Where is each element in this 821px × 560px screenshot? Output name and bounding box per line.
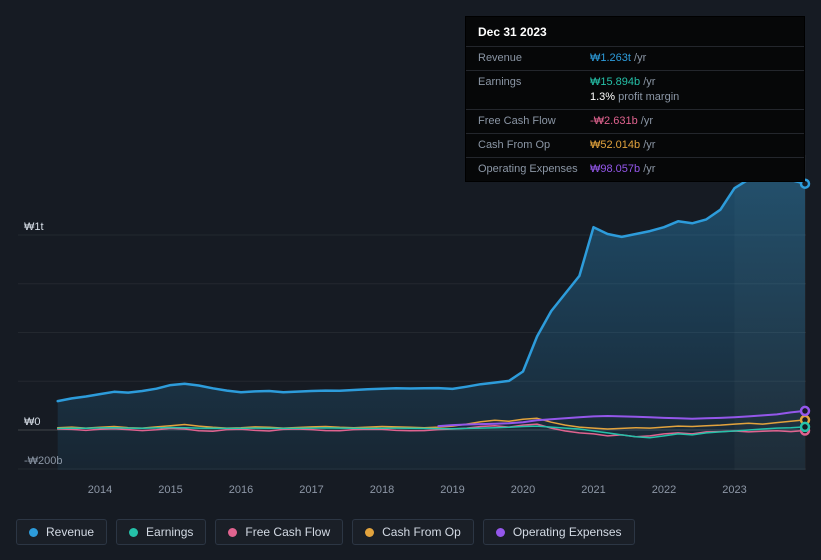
tooltip-label: Operating Expenses [478, 163, 578, 175]
legend-label: Revenue [46, 525, 95, 539]
tooltip-label: Cash From Op [478, 139, 551, 151]
tooltip-value: -₩2.631b [590, 115, 638, 127]
tooltip-value: ₩98.057b [590, 163, 641, 175]
tooltip-value: ₩1.263t [590, 52, 631, 64]
tooltip-suffix: /yr [640, 139, 656, 151]
tooltip-date: Dec 31 2023 [478, 25, 547, 39]
tooltip-value: ₩52.014b [590, 139, 641, 151]
tooltip-label: Free Cash Flow [478, 115, 556, 127]
profit-margin-label: profit margin [615, 91, 680, 103]
operating_expenses-end-marker [799, 405, 811, 417]
legend-item-revenue[interactable]: Revenue [16, 519, 108, 545]
legend-item-cash-from-op[interactable]: Cash From Op [352, 519, 474, 545]
tooltip-suffix: /yr [640, 76, 656, 88]
cash-from-op-dot-icon [365, 527, 375, 537]
tooltip-value: ₩15.894b [590, 76, 641, 88]
tooltip-row-earnings: Earnings ₩15.894b /yr 1.3% profit margin [466, 70, 804, 109]
legend-item-earnings[interactable]: Earnings [116, 519, 207, 545]
revenue-dot-icon [29, 527, 38, 537]
legend-label: Earnings [146, 525, 194, 539]
legend-item-free-cash-flow[interactable]: Free Cash Flow [215, 519, 344, 545]
tooltip-label: Earnings [478, 76, 522, 88]
earnings-end-marker [799, 421, 811, 433]
legend-item-operating-expenses[interactable]: Operating Expenses [482, 519, 635, 545]
tooltip-label: Revenue [478, 52, 523, 64]
earnings-dot-icon [129, 527, 139, 537]
legend-label: Operating Expenses [512, 525, 622, 539]
profit-margin-value: 1.3% [590, 91, 616, 103]
tooltip-row-cash-from-op: Cash From Op ₩52.014b /yr [466, 133, 804, 157]
tooltip-suffix: /yr [630, 52, 647, 64]
legend: Revenue Earnings Free Cash Flow Cash Fro… [16, 519, 635, 545]
profit-margin-line: 1.3% profit margin [590, 90, 792, 105]
chart-screen: ₩1t ₩0 -₩200b 2014 2015 2016 2017 2018 2019 2020 2… [0, 0, 821, 560]
tooltip-row-revenue: Revenue ₩1.263t /yr [466, 46, 804, 70]
legend-label: Free Cash Flow [245, 525, 331, 539]
tooltip-row-operating-expenses: Operating Expenses ₩98.057b /yr [466, 157, 804, 181]
tooltip-panel: Dec 31 2023 Revenue ₩1.263t /yr Earnings… [465, 16, 805, 182]
tooltip-row-free-cash-flow: Free Cash Flow -₩2.631b /yr [466, 109, 804, 133]
free-cash-flow-dot-icon [228, 527, 238, 537]
tooltip-suffix: /yr [637, 115, 653, 127]
legend-label: Cash From Op [382, 525, 461, 539]
tooltip-suffix: /yr [640, 163, 656, 175]
operating-expenses-dot-icon [495, 527, 505, 537]
